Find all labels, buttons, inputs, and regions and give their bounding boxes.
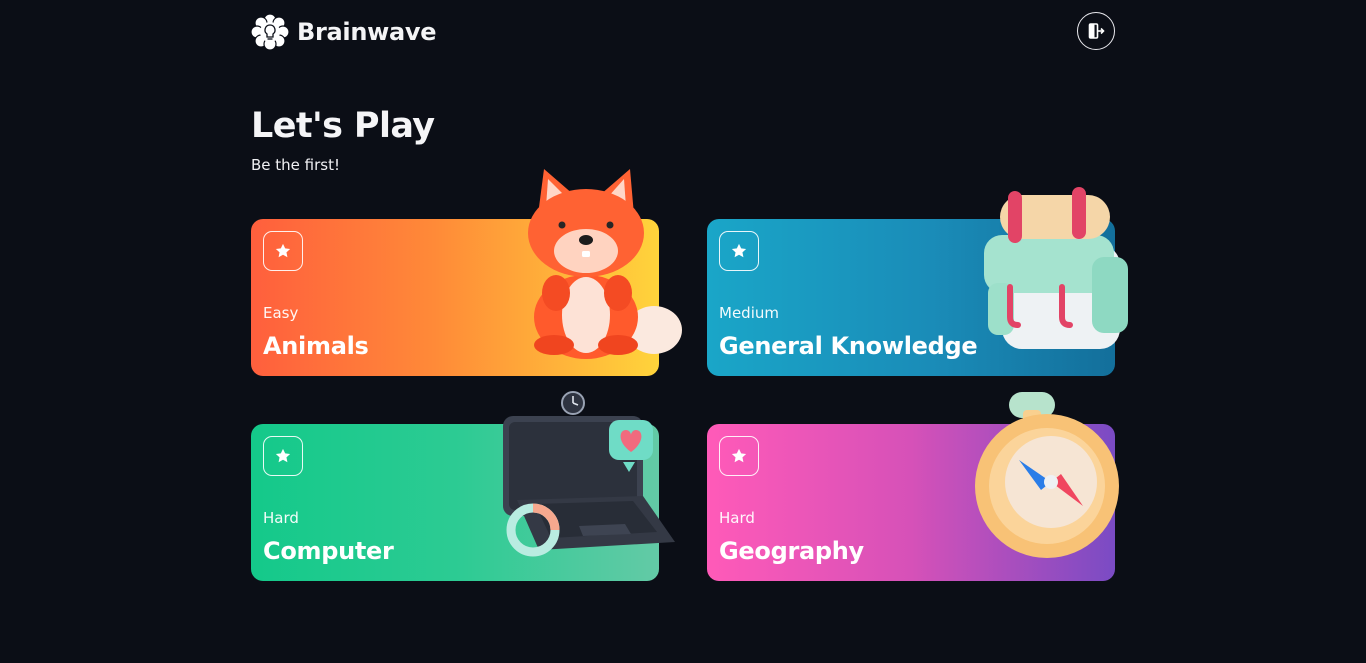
quiz-card-general-knowledge[interactable]: Medium General Knowledge <box>707 187 1128 376</box>
brand-logo[interactable]: Brainwave <box>251 12 437 52</box>
difficulty-label: Hard <box>263 509 299 527</box>
difficulty-label: Easy <box>263 304 299 322</box>
topic-title: General Knowledge <box>719 332 978 360</box>
topic-title: Computer <box>263 537 394 565</box>
brain-bulb-icon <box>251 13 289 51</box>
laptop-illustration <box>503 391 675 557</box>
quiz-card-computer[interactable]: Hard Computer <box>251 391 675 581</box>
quiz-card-animals[interactable]: Easy Animals <box>251 169 682 376</box>
backpack-illustration <box>984 187 1128 349</box>
compass-illustration <box>975 392 1119 558</box>
fox-illustration <box>528 169 682 359</box>
quiz-card-geography[interactable]: Hard Geography <box>707 392 1119 581</box>
difficulty-label: Medium <box>719 304 779 322</box>
difficulty-label: Hard <box>719 509 755 527</box>
star-icon[interactable] <box>719 231 759 271</box>
page-title: Let's Play <box>251 106 435 146</box>
star-icon[interactable] <box>263 436 303 476</box>
logout-icon <box>1088 23 1105 39</box>
star-icon[interactable] <box>263 231 303 271</box>
header: Brainwave <box>251 10 1115 54</box>
topic-title: Animals <box>263 332 369 360</box>
logout-button[interactable] <box>1077 12 1115 50</box>
page-subtitle: Be the first! <box>251 156 340 174</box>
star-icon[interactable] <box>719 436 759 476</box>
quiz-home-page: Brainwave Let's Play Be the first! Easy … <box>0 0 1366 663</box>
topic-title: Geography <box>719 537 864 565</box>
app-name: Brainwave <box>297 18 437 46</box>
